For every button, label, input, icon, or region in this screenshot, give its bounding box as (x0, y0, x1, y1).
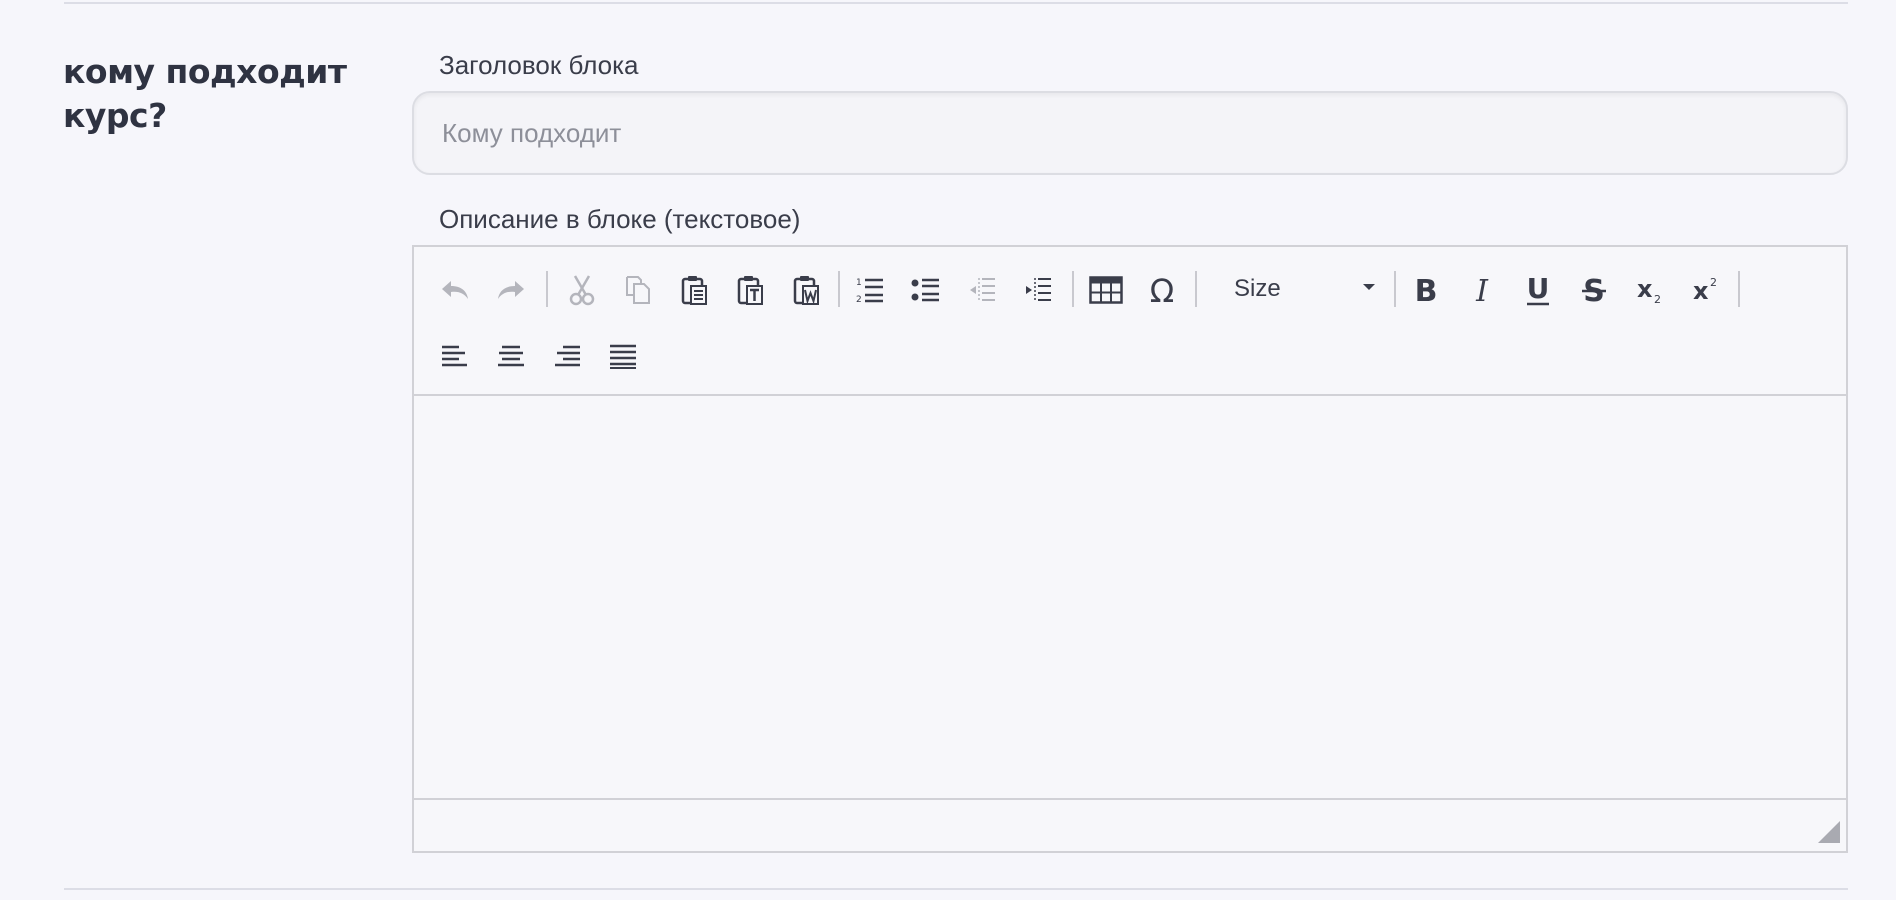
numbered-list-icon: 1 2 (856, 278, 883, 305)
special-char-icon: Ω (1150, 274, 1174, 306)
bottom-divider (64, 888, 1848, 890)
cut-icon (569, 275, 595, 306)
svg-text:Ω: Ω (1150, 274, 1174, 306)
outdent-button[interactable] (959, 267, 1005, 313)
chevron-down-icon (1363, 284, 1375, 290)
toolbar-separator (1072, 271, 1074, 307)
align-left-icon (442, 345, 467, 367)
svg-text:I: I (1475, 275, 1489, 305)
paste-word-icon (793, 276, 819, 305)
underline-button[interactable]: U (1515, 267, 1561, 313)
toolbar-separator (546, 271, 548, 307)
svg-text:2: 2 (1710, 276, 1717, 289)
toolbar-separator (1195, 271, 1197, 307)
svg-text:2: 2 (1654, 293, 1661, 305)
toolbar-separator (838, 271, 840, 307)
align-justify-button[interactable] (600, 334, 646, 380)
align-center-icon (498, 345, 524, 367)
resize-handle-icon[interactable] (1818, 821, 1840, 843)
editor-statusbar (414, 798, 1846, 851)
bulleted-list-icon (911, 278, 939, 302)
block-title-input[interactable] (412, 91, 1848, 175)
bold-button[interactable]: B (1403, 267, 1449, 313)
subscript-icon: x 2 (1637, 275, 1661, 305)
svg-text:2: 2 (856, 295, 862, 305)
redo-button[interactable] (488, 267, 534, 313)
bulleted-list-button[interactable] (903, 267, 949, 313)
toolbar-separator (1738, 271, 1740, 307)
align-justify-icon (610, 344, 636, 369)
numbered-list-button[interactable]: 1 2 (847, 267, 893, 313)
redo-icon (498, 281, 524, 299)
svg-text:x: x (1637, 275, 1653, 303)
bold-icon: B (1415, 275, 1438, 305)
table-button[interactable] (1083, 267, 1129, 313)
font-size-label: Size (1234, 275, 1281, 302)
undo-icon (442, 281, 468, 299)
copy-icon (626, 276, 650, 304)
subscript-button[interactable]: x 2 (1627, 267, 1673, 313)
rich-text-editor: 1 2 Ω Size B I U S x 2 x 2 (412, 245, 1848, 853)
editor-content-area[interactable] (414, 396, 1846, 798)
toolbar-separator (1394, 271, 1396, 307)
svg-text:x: x (1693, 277, 1709, 305)
paste-icon (681, 276, 707, 305)
description-field-label: Описание в блоке (текстовое) (439, 204, 801, 234)
table-icon (1089, 276, 1123, 304)
special-character-button[interactable]: Ω (1139, 267, 1185, 313)
indent-button[interactable] (1015, 267, 1061, 313)
editor-toolbar: 1 2 Ω Size B I U S x 2 x 2 (414, 247, 1846, 396)
svg-text:B: B (1415, 275, 1438, 305)
italic-icon: I (1475, 275, 1489, 305)
align-left-button[interactable] (432, 334, 478, 380)
strikethrough-icon: S (1582, 275, 1606, 305)
italic-button[interactable]: I (1459, 267, 1505, 313)
svg-text:1: 1 (856, 278, 862, 288)
superscript-button[interactable]: x 2 (1683, 267, 1729, 313)
align-center-button[interactable] (488, 334, 534, 380)
top-divider (64, 2, 1848, 4)
paste-word-button[interactable] (783, 267, 829, 313)
align-right-icon (555, 345, 580, 367)
undo-button[interactable] (432, 267, 478, 313)
strikethrough-button[interactable]: S (1571, 267, 1617, 313)
indent-icon (1026, 278, 1051, 302)
cut-button[interactable] (559, 267, 605, 313)
copy-button[interactable] (615, 267, 661, 313)
superscript-icon: x 2 (1693, 276, 1717, 305)
align-right-button[interactable] (544, 334, 590, 380)
paste-text-button[interactable] (727, 267, 773, 313)
paste-button[interactable] (671, 267, 717, 313)
svg-text:U: U (1527, 274, 1550, 305)
title-field-label: Заголовок блока (439, 50, 639, 80)
paste-text-icon (737, 276, 763, 305)
section-title: кому подходит курс? (63, 52, 347, 135)
outdent-icon (970, 278, 995, 302)
underline-icon: U (1527, 274, 1550, 306)
